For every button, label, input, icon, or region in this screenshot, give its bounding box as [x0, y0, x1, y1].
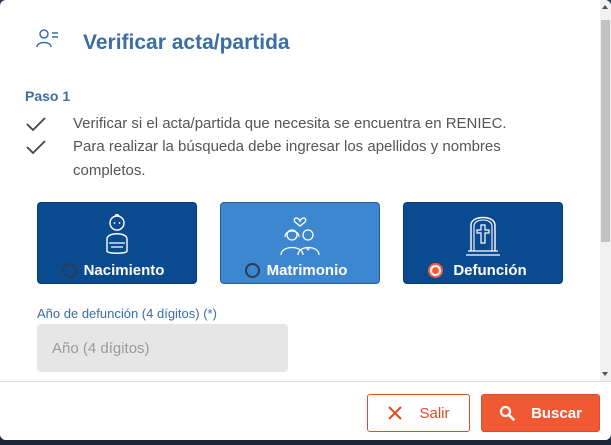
scrollbar-thumb[interactable] — [601, 20, 610, 242]
option-matrimonio[interactable]: Matrimonio — [220, 202, 380, 284]
check-item-text: Verificar si el acta/partida que necesit… — [73, 115, 507, 132]
user-list-icon — [36, 28, 60, 50]
year-field-label: Año de defunción (4 dígitos) (*) — [37, 306, 217, 321]
dialog-header: Verificar acta/partida — [0, 0, 600, 76]
couple-icon — [278, 213, 322, 262]
checkmark-icon — [25, 139, 47, 155]
dialog-scrollbar[interactable] — [600, 0, 611, 381]
option-nacimiento[interactable]: Nacimiento — [37, 202, 197, 284]
baby-icon — [101, 213, 133, 262]
scroll-up-icon[interactable] — [602, 5, 608, 9]
year-input[interactable] — [37, 324, 288, 372]
dialog-footer: Salir Buscar — [0, 381, 611, 440]
option-defuncion[interactable]: Defunción — [403, 202, 563, 284]
tombstone-icon — [463, 213, 503, 262]
scroll-down-icon[interactable] — [602, 372, 608, 376]
search-button-label: Buscar — [531, 404, 582, 422]
verify-record-dialog: Verificar acta/partida Paso 1 Verificar … — [0, 0, 611, 440]
dialog-body: Paso 1 Verificar si el acta/partida que … — [0, 76, 600, 381]
option-label: Defunción — [453, 262, 527, 279]
search-icon — [499, 405, 515, 421]
close-icon — [387, 405, 403, 421]
exit-button[interactable]: Salir — [367, 394, 470, 432]
search-button[interactable]: Buscar — [481, 394, 600, 432]
option-label: Matrimonio — [266, 262, 348, 279]
check-item-text: Para realizar la búsqueda debe ingresar … — [73, 138, 501, 179]
option-label: Nacimiento — [83, 262, 165, 279]
step-title: Paso 1 — [25, 88, 71, 104]
checkmark-icon — [25, 116, 47, 132]
dialog-title: Verificar acta/partida — [83, 31, 290, 54]
exit-button-label: Salir — [419, 404, 450, 422]
